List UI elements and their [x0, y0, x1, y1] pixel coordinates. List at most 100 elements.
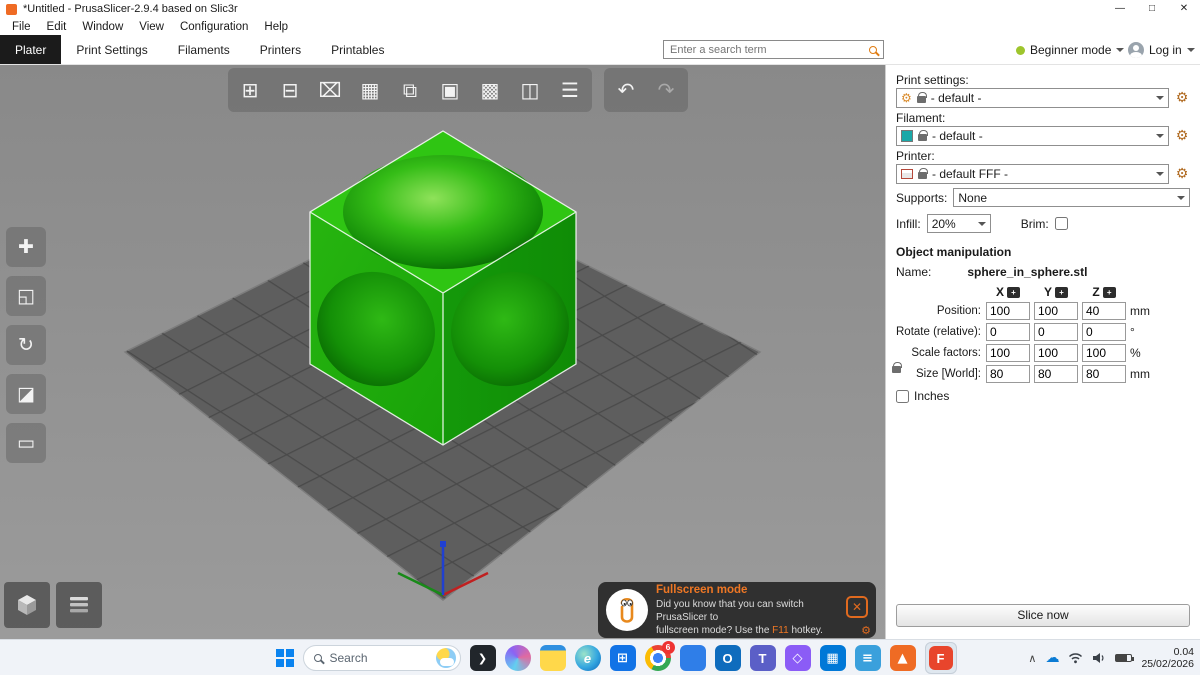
mode-selector[interactable]: Beginner mode — [1016, 35, 1125, 65]
start-button[interactable] — [276, 649, 294, 667]
add-object-button[interactable]: ⊞ — [230, 70, 270, 110]
3d-viewport[interactable]: ⊞ ⊟ ⌧ ▦ ⧉ ▣ ▩ ◫ ☰ ↶ ↷ ✚ ◱ ↻ ◪ ▭ Fullscre… — [0, 65, 885, 639]
notification-close-button[interactable]: ✕ — [846, 596, 868, 618]
uniform-scale-lock-icon[interactable] — [892, 362, 902, 373]
search-input[interactable] — [668, 42, 867, 57]
position-x-input[interactable] — [986, 302, 1030, 320]
printer-combo[interactable]: - default FFF - — [896, 164, 1169, 184]
mode-label: Beginner mode — [1030, 43, 1112, 57]
rotate-y-input[interactable] — [1034, 323, 1078, 341]
tab-printables[interactable]: Printables — [316, 35, 399, 64]
taskbar-chrome-icon[interactable]: 6 — [644, 641, 675, 671]
taskbar-calculator-icon[interactable]: ▦ — [819, 645, 846, 671]
scale-unit: % — [1130, 346, 1141, 360]
rotate-x-input[interactable] — [986, 323, 1030, 341]
object-name: sphere_in_sphere.stl — [967, 265, 1088, 279]
rotate-gizmo-button[interactable]: ↻ — [6, 325, 46, 365]
taskbar-terminal-icon[interactable]: ❯ — [469, 645, 496, 671]
paste-icon: ▣ — [440, 78, 460, 102]
delete-all-button[interactable]: ⌧ — [310, 70, 350, 110]
size-z-input[interactable] — [1082, 365, 1126, 383]
tab-plater[interactable]: Plater — [0, 35, 62, 64]
main-area: ⊞ ⊟ ⌧ ▦ ⧉ ▣ ▩ ◫ ☰ ↶ ↷ ✚ ◱ ↻ ◪ ▭ Fullscre… — [0, 65, 1200, 639]
login-control[interactable]: Log in — [1128, 35, 1195, 65]
supports-combo[interactable]: None — [953, 188, 1190, 207]
taskbar-outlook-icon[interactable]: O — [714, 645, 741, 671]
taskbar-active-app[interactable]: F — [924, 642, 957, 674]
layer-height-button[interactable]: ☰ — [550, 70, 590, 110]
weather-icon[interactable] — [435, 648, 456, 668]
size-x-input[interactable] — [986, 365, 1030, 383]
close-button[interactable]: ✕ — [1168, 0, 1200, 18]
position-z-input[interactable] — [1082, 302, 1126, 320]
chevron-down-icon — [1156, 172, 1164, 180]
edit-filament-button[interactable]: ⚙ — [1174, 128, 1190, 144]
taskbar-notepad-icon[interactable]: ≡ — [854, 645, 881, 671]
wifi-icon[interactable] — [1068, 652, 1083, 664]
undo-button[interactable]: ↶ — [606, 70, 646, 110]
size-row: Size [World]: mm — [896, 365, 1190, 383]
menu-configuration[interactable]: Configuration — [172, 21, 256, 33]
taskbar-copilot-icon[interactable] — [504, 645, 531, 671]
position-y-input[interactable] — [1034, 302, 1078, 320]
taskbar-clock[interactable]: 0.04 25/02/2026 — [1141, 646, 1194, 670]
tab-printers[interactable]: Printers — [245, 35, 316, 64]
taskbar-prusaslicer-icon[interactable]: ▲ — [889, 645, 916, 671]
rotate-z-input[interactable] — [1082, 323, 1126, 341]
paste-button[interactable]: ▣ — [430, 70, 470, 110]
measure-button[interactable]: ▭ — [6, 423, 46, 463]
taskbar-code-icon[interactable]: ◇ — [784, 645, 811, 671]
search-icon[interactable] — [869, 45, 877, 54]
axis-z-icon[interactable]: + — [1102, 286, 1116, 298]
tray-chevron-icon[interactable]: ∧ — [1028, 652, 1036, 665]
editor-view-button[interactable] — [4, 582, 50, 628]
taskbar-edge-icon[interactable]: e — [574, 645, 601, 671]
delete-object-button[interactable]: ⊟ — [270, 70, 310, 110]
notification-settings-icon[interactable]: ⚙ — [861, 624, 871, 637]
minimize-button[interactable]: — — [1104, 0, 1136, 18]
taskbar-teams-icon[interactable]: T — [749, 645, 776, 671]
place-on-face-button[interactable]: ◪ — [6, 374, 46, 414]
menu-edit[interactable]: Edit — [39, 21, 75, 33]
infill-combo[interactable]: 20% — [926, 214, 991, 233]
scale-gizmo-button[interactable]: ◱ — [6, 276, 46, 316]
3d-scene[interactable] — [0, 65, 885, 639]
add-instance-button[interactable]: ▩ — [470, 70, 510, 110]
volume-icon[interactable] — [1092, 652, 1106, 664]
preview-view-button[interactable] — [56, 582, 102, 628]
move-gizmo-button[interactable]: ✚ — [6, 227, 46, 267]
maximize-button[interactable]: □ — [1136, 0, 1168, 18]
menu-view[interactable]: View — [131, 21, 172, 33]
inches-checkbox[interactable] — [896, 389, 909, 403]
arrange-button[interactable]: ▦ — [350, 70, 390, 110]
onedrive-icon[interactable]: ☁ — [1045, 650, 1059, 666]
battery-icon[interactable] — [1115, 654, 1135, 662]
axis-x-icon[interactable]: + — [1007, 286, 1020, 298]
menu-file[interactable]: File — [4, 21, 39, 33]
layers-icon — [70, 597, 88, 613]
split-object-button[interactable]: ◫ — [510, 70, 550, 110]
taskbar-search[interactable]: Search — [302, 645, 461, 671]
edit-printer-button[interactable]: ⚙ — [1174, 166, 1190, 182]
axis-y-icon[interactable]: + — [1055, 286, 1068, 298]
menubar: File Edit Window View Configuration Help — [0, 18, 1200, 35]
menu-help[interactable]: Help — [256, 21, 296, 33]
slice-now-button[interactable]: Slice now — [896, 604, 1190, 627]
copy-button[interactable]: ⧉ — [390, 70, 430, 110]
menu-window[interactable]: Window — [74, 21, 131, 33]
size-y-input[interactable] — [1034, 365, 1078, 383]
print-settings-combo[interactable]: ⚙ - default - — [896, 88, 1169, 108]
scale-x-input[interactable] — [986, 344, 1030, 362]
taskbar-photos-icon[interactable] — [679, 645, 706, 671]
scale-z-input[interactable] — [1082, 344, 1126, 362]
brim-checkbox[interactable] — [1054, 217, 1068, 230]
tab-filaments[interactable]: Filaments — [163, 35, 245, 64]
filament-combo[interactable]: - default - — [896, 126, 1169, 146]
redo-button[interactable]: ↷ — [646, 70, 686, 110]
lock-icon — [916, 92, 927, 103]
edit-print-settings-button[interactable]: ⚙ — [1174, 90, 1190, 106]
scale-y-input[interactable] — [1034, 344, 1078, 362]
tab-print-settings[interactable]: Print Settings — [61, 35, 162, 64]
taskbar-store-icon[interactable]: ⊞ — [609, 645, 636, 671]
taskbar-file-explorer-icon[interactable] — [539, 645, 566, 671]
